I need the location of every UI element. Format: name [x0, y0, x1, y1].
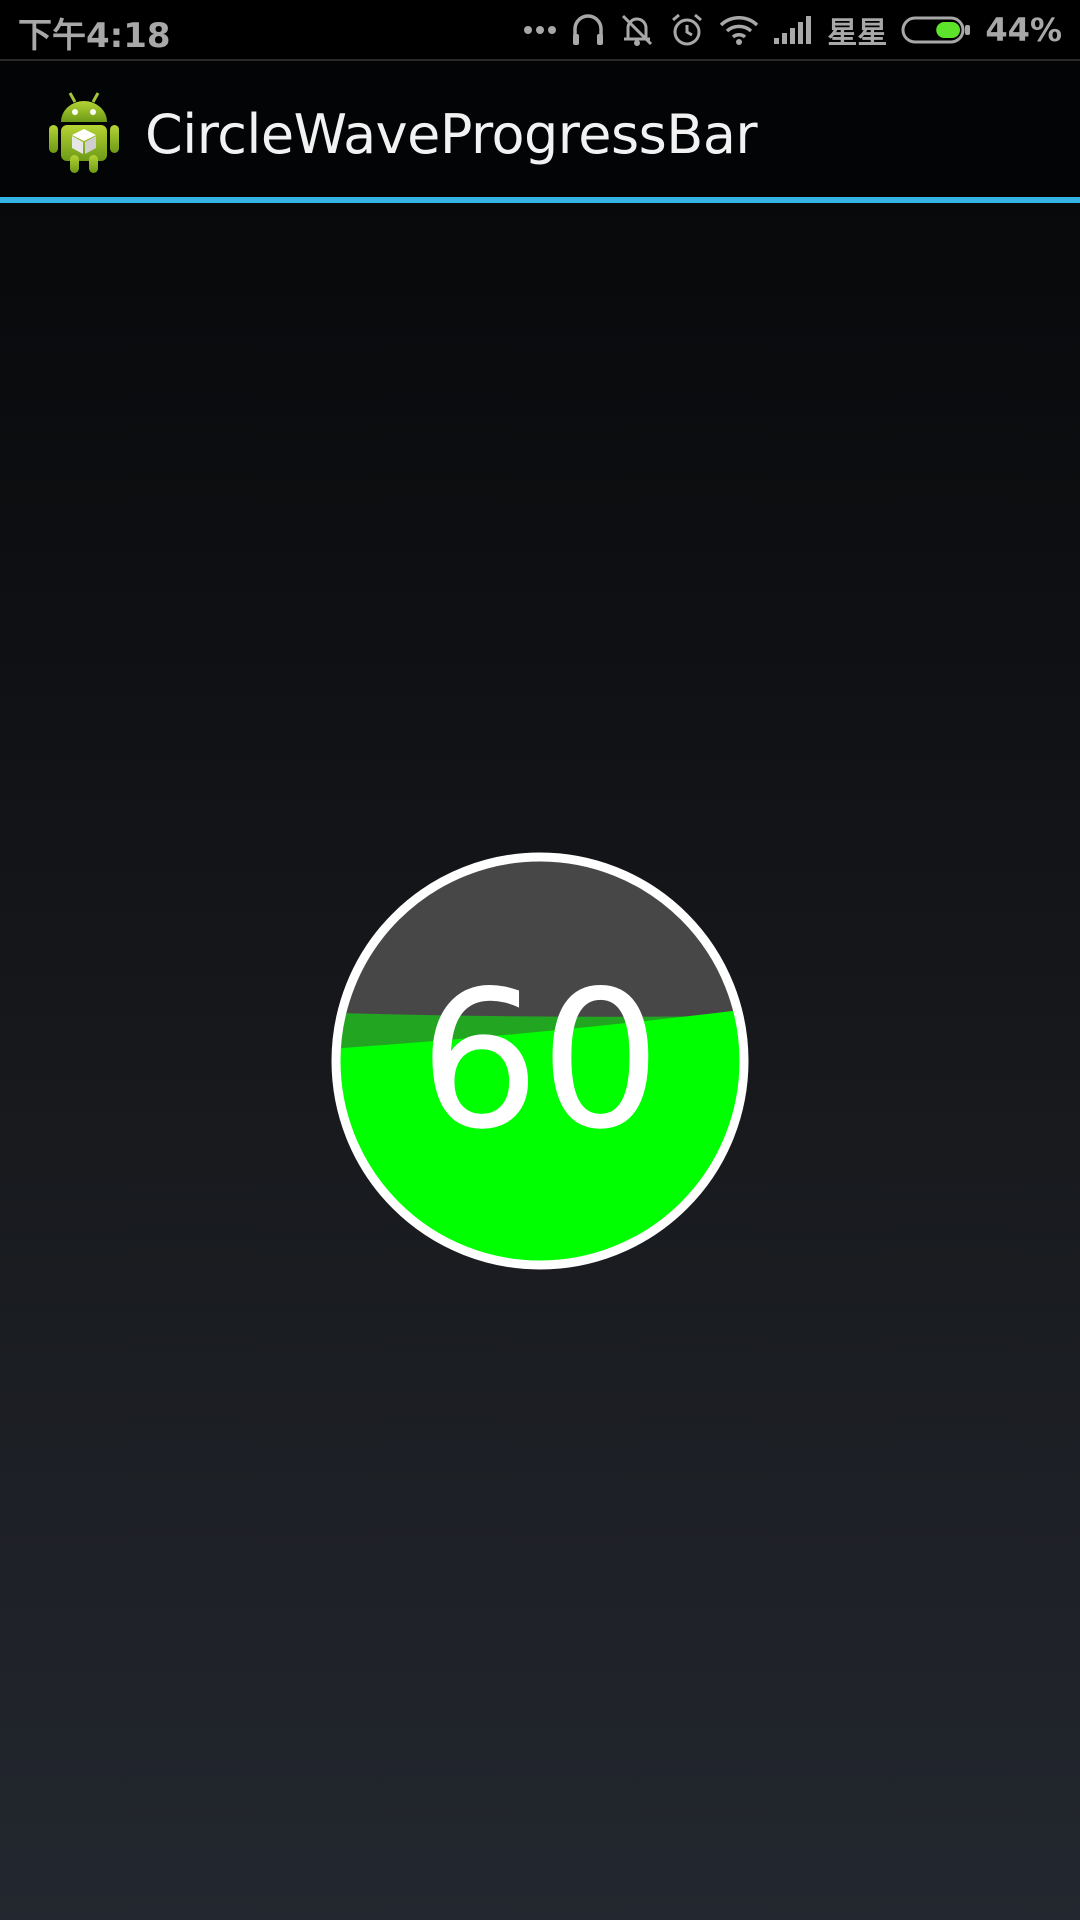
silent-vibrate-icon [619, 8, 655, 52]
status-time: 下午4:18 [18, 16, 171, 56]
wifi-icon [719, 8, 759, 52]
more-dots-icon [523, 8, 557, 52]
alarm-icon [669, 8, 705, 52]
progress-value: 60 [419, 950, 661, 1171]
headset-icon [571, 8, 605, 52]
android-robot-icon [46, 89, 122, 175]
screen: 下午4:18 星星 44% CircleWaveProgressBar 60 [0, 0, 1080, 1920]
action-bar-divider [0, 197, 1080, 203]
battery-icon [901, 8, 971, 52]
carrier-name: 星星 [827, 16, 888, 51]
status-bar: 下午4:18 星星 44% [0, 0, 1080, 61]
app-title: CircleWaveProgressBar [145, 103, 758, 166]
action-bar: CircleWaveProgressBar [0, 61, 1080, 199]
status-icons: 星星 44% [523, 8, 1062, 52]
circle-wave-progress-bar: 60 [330, 851, 750, 1271]
battery-percent: 44% [985, 11, 1062, 49]
signal-icon [773, 8, 813, 52]
